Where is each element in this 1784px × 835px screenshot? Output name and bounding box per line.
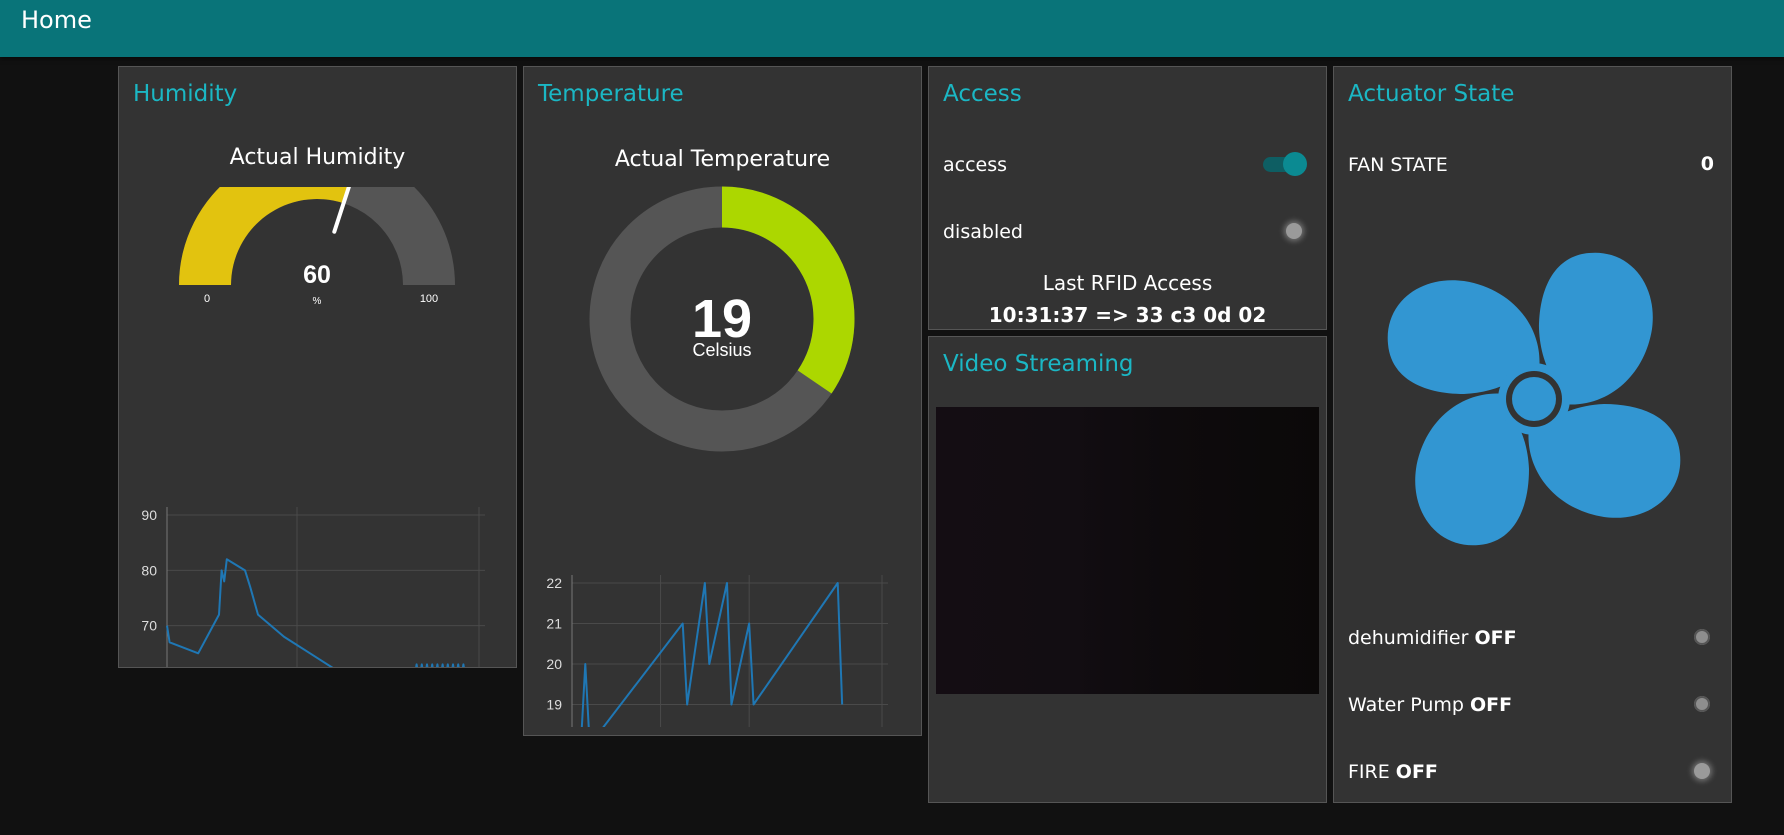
humidity-chart-y-tick: 80: [141, 562, 157, 578]
fan-state-value: 0: [1700, 153, 1714, 175]
dehumidifier-led: [1694, 629, 1710, 645]
temperature-chart-series-line: [580, 582, 844, 727]
temperature-chart-y-tick: 19: [546, 697, 562, 713]
humidity-chart-y-tick: 90: [141, 507, 157, 523]
temperature-chart-y-tick: 21: [546, 616, 562, 632]
rfid-value: 10:31:37 => 33 c3 0d 02: [988, 303, 1267, 327]
humidity-gauge-min: 0: [204, 293, 210, 305]
access-switch-label: access: [943, 154, 1008, 176]
access-card: Access access disabled Last RFID Access …: [928, 66, 1327, 330]
humidity-card: Humidity Actual Humidity 60 % 0 100 60 70…: [118, 66, 517, 668]
dehumidifier-state: OFF: [1474, 627, 1517, 649]
actuator-water-pump-label: Water Pump OFF: [1348, 694, 1512, 716]
fire-name: FIRE: [1348, 761, 1390, 783]
humidity-chart-series-line: [166, 558, 465, 667]
actuator-card: Actuator State FAN STATE 0 dehumidifier …: [1333, 66, 1732, 803]
humidity-gauge-title: Actual Humidity: [229, 145, 406, 170]
access-toggle[interactable]: [1263, 152, 1307, 176]
fire-state: OFF: [1395, 761, 1438, 783]
fan-state-label: FAN STATE: [1348, 154, 1448, 176]
temperature-donut-units: Celsius: [692, 340, 751, 360]
temperature-chart-y-tick: 20: [546, 656, 562, 672]
water-pump-led: [1694, 696, 1710, 712]
access-group-title: Access: [943, 81, 1022, 107]
temperature-chart-y-tick: 22: [546, 575, 562, 591]
humidity-gauge-max: 100: [420, 293, 438, 305]
humidity-gauge-units: %: [313, 296, 322, 307]
disabled-label: disabled: [943, 221, 1023, 243]
temperature-chart: 181920212210:21:0010:23:0010:25:0010:28:…: [546, 575, 888, 727]
humidity-chart: 6070809010:21:0010:26:0010:33:00: [141, 507, 485, 667]
water-pump-name: Water Pump: [1348, 694, 1464, 716]
video-card: Video Streaming: [928, 336, 1327, 803]
page-title: Home: [21, 6, 92, 34]
humidity-chart-y-tick: 70: [141, 618, 157, 634]
actuator-dehumidifier-label: dehumidifier OFF: [1348, 627, 1517, 649]
humidity-gauge-fill: [179, 187, 349, 285]
video-stream[interactable]: [936, 407, 1319, 694]
humidity-gauge-value: 60: [303, 261, 331, 289]
temperature-group-title: Temperature: [538, 81, 684, 107]
disabled-led: [1286, 223, 1302, 239]
access-toggle-knob: [1283, 152, 1307, 176]
actuator-group-title: Actuator State: [1348, 81, 1515, 107]
fire-led: [1694, 763, 1710, 779]
temperature-donut: 19 Celsius: [589, 186, 855, 452]
temperature-card: Temperature Actual Temperature 19 Celsiu…: [523, 66, 922, 736]
temperature-gauge-title: Actual Temperature: [614, 147, 831, 172]
humidity-group-title: Humidity: [133, 81, 238, 107]
water-pump-state: OFF: [1470, 694, 1513, 716]
rfid-title: Last RFID Access: [1042, 271, 1213, 295]
humidity-gauge: 60 % 0 100: [179, 187, 455, 307]
video-group-title: Video Streaming: [943, 351, 1134, 377]
actuator-fire-label: FIRE OFF: [1348, 761, 1438, 783]
dehumidifier-name: dehumidifier: [1348, 627, 1469, 649]
fan-icon: [1387, 252, 1681, 546]
top-bar: Home: [0, 0, 1784, 57]
